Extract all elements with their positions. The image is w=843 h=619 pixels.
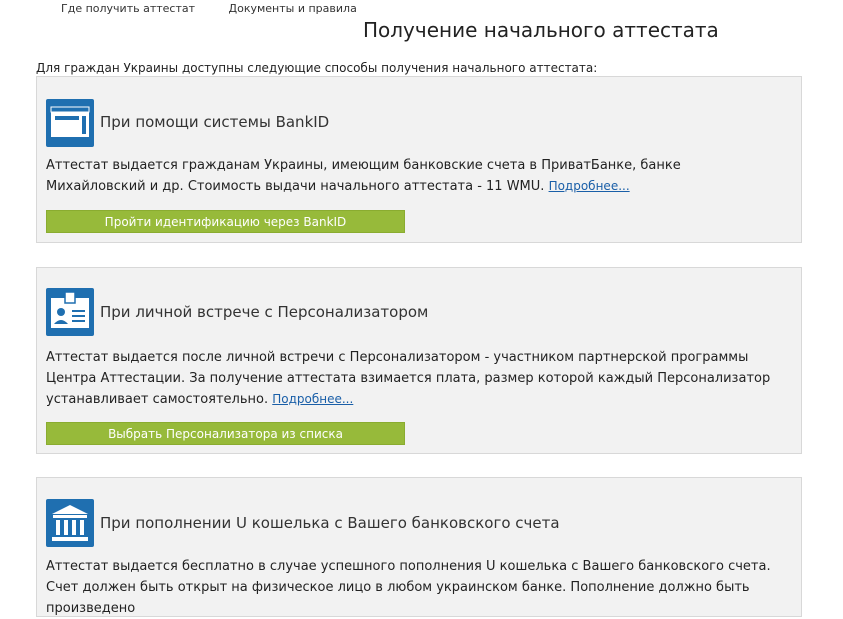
browser-window-icon — [46, 99, 94, 147]
card-bankid: При помощи системы BankID Аттестат выдае… — [36, 76, 802, 243]
choose-personalizer-button[interactable]: Выбрать Персонализатора из списка — [46, 422, 405, 445]
bank-building-icon — [46, 499, 94, 547]
card-bank-topup: При пополнении U кошелька с Вашего банко… — [36, 477, 802, 617]
card-description: Аттестат выдается бесплатно в случае усп… — [46, 559, 771, 616]
card-description: Аттестат выдается гражданам Украины, име… — [46, 158, 681, 194]
card-title: При помощи системы BankID — [100, 113, 330, 131]
more-link[interactable]: Подробнее... — [549, 179, 630, 193]
card-title: При личной встрече с Персонализатором — [100, 303, 429, 321]
nav-documents[interactable]: Документы и правила — [229, 2, 357, 15]
top-nav: Где получить аттестат Документы и правил… — [61, 2, 387, 15]
card-personalizer: При личной встрече с Персонализатором Ат… — [36, 267, 802, 454]
nav-where-to-get[interactable]: Где получить аттестат — [61, 2, 195, 15]
card-title: При пополнении U кошелька с Вашего банко… — [100, 514, 560, 532]
bankid-button[interactable]: Пройти идентификацию через BankID — [46, 210, 405, 233]
more-link[interactable]: Подробнее... — [272, 392, 353, 406]
card-description: Аттестат выдается после личной встречи с… — [46, 350, 771, 407]
id-badge-icon — [46, 288, 94, 336]
page-title: Получение начального аттестата — [363, 18, 719, 42]
intro-text: Для граждан Украины доступны следующие с… — [36, 61, 598, 75]
